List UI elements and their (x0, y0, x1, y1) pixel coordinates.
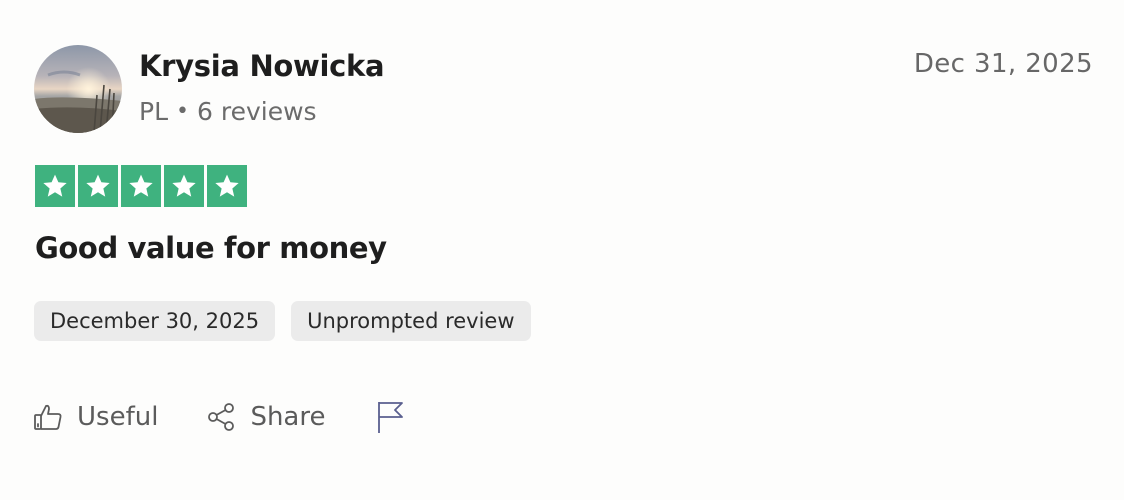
reviewer-name[interactable]: Krysia Nowicka (139, 49, 385, 83)
share-icon (206, 402, 236, 432)
star-icon (35, 165, 75, 207)
useful-button[interactable]: Useful (33, 402, 158, 432)
report-button[interactable] (375, 400, 405, 434)
flag-icon (375, 400, 405, 434)
thumbs-up-icon (33, 402, 63, 432)
unprompted-review-tag[interactable]: Unprompted review (291, 301, 531, 341)
useful-label: Useful (77, 402, 159, 432)
avatar-photo (34, 45, 122, 133)
review-card: Krysia Nowicka PL • 6 reviews Dec 31, 20… (0, 0, 1124, 500)
share-button[interactable]: Share (206, 402, 325, 432)
star-icon (78, 165, 118, 207)
reviewer-meta: PL • 6 reviews (139, 97, 317, 126)
experience-date-tag: December 30, 2025 (34, 301, 276, 341)
review-actions: Useful Share (33, 400, 405, 434)
star-icon (164, 165, 204, 207)
review-title[interactable]: Good value for money (35, 231, 387, 265)
reviewer-review-count[interactable]: 6 reviews (197, 97, 317, 126)
star-icon (121, 165, 161, 207)
share-label: Share (250, 402, 326, 432)
review-date: Dec 31, 2025 (913, 49, 1093, 79)
review-tags: December 30, 2025 Unprompted review (34, 301, 531, 341)
star-icon (207, 165, 247, 207)
reviewer-country: PL (139, 97, 169, 126)
meta-separator: • (176, 99, 189, 124)
star-rating (35, 165, 247, 207)
avatar[interactable] (34, 45, 122, 133)
